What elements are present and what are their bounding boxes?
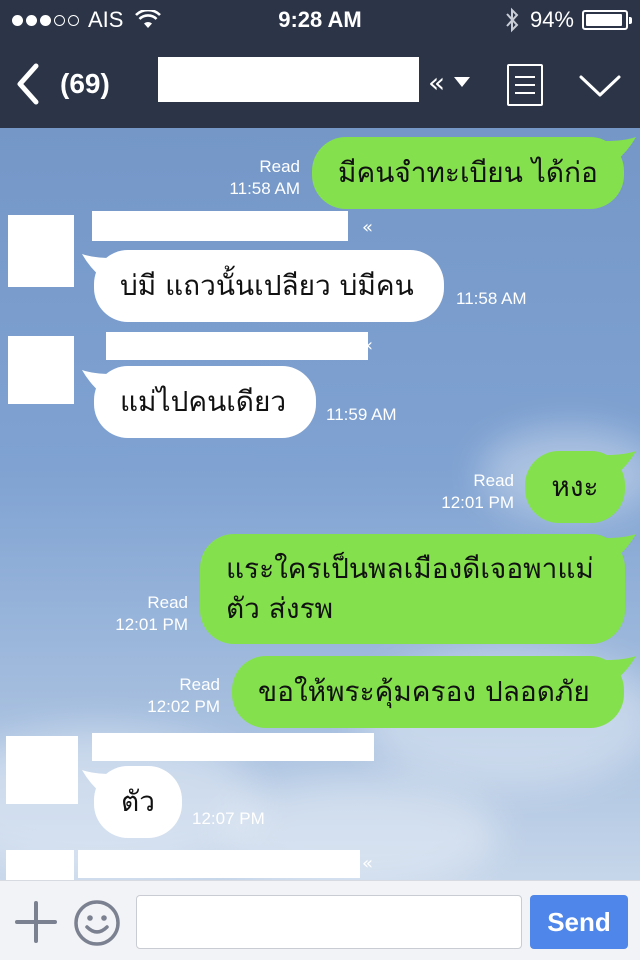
title-dropdown[interactable]: «: [428, 62, 471, 102]
message-time: 12:01 PM: [441, 493, 514, 512]
read-status: Read: [147, 593, 188, 612]
message-time: 12:07 PM: [192, 809, 265, 828]
bubble-tail: [606, 137, 636, 161]
message-time: 11:58 AM: [456, 289, 527, 308]
line-chat-screen: AIS 9:28 AM 94% (69) « Read 11:58 AM มีค…: [0, 0, 640, 960]
bubble-tail: [606, 534, 636, 558]
message-bubble-outgoing[interactable]: แระใครเป็นพลเมืองดีเจอพาแม่ ตัว ส่งรพ: [200, 534, 625, 644]
message-time: 11:59 AM: [326, 405, 397, 424]
chat-header: (69) «: [0, 40, 640, 128]
chat-history[interactable]: Read 11:58 AM มีคนจำทะเบียน ได้ก่อ « บ่ม…: [0, 128, 640, 880]
bluetooth-icon: [506, 7, 519, 33]
message-meta: Read 12:02 PM: [120, 674, 220, 718]
send-button[interactable]: Send: [530, 895, 628, 949]
unread-count: (69): [60, 68, 110, 99]
battery-area: 94%: [504, 0, 632, 40]
message-meta: Read 11:58 AM: [200, 156, 300, 200]
sender-name-redacted: [92, 733, 374, 761]
message-meta: Read 12:01 PM: [414, 470, 514, 514]
bubble-tail: [606, 451, 636, 475]
read-status: Read: [259, 157, 300, 176]
chat-title-redacted[interactable]: [158, 57, 419, 102]
avatar[interactable]: [6, 736, 78, 804]
avatar[interactable]: [6, 850, 74, 880]
message-bubble-incoming[interactable]: แม่ไปคนเดียว: [94, 366, 316, 438]
message-text: แม่ไปคนเดียว: [120, 385, 287, 418]
back-button[interactable]: (69): [14, 60, 124, 108]
status-bar: AIS 9:28 AM 94%: [0, 0, 640, 40]
message-text: หงะ: [551, 470, 599, 503]
message-text: บ่มี แถวนั้นเปลียว บ่มีคน: [120, 269, 414, 302]
smiley-icon[interactable]: [73, 899, 121, 947]
message-time: 11:58 AM: [229, 179, 300, 198]
message-text-line: ตัว ส่งรพ: [226, 592, 334, 625]
sender-name-redacted: [106, 332, 368, 360]
message-text: มีคนจำทะเบียน ได้ก่อ: [338, 156, 598, 189]
message-time: 12:02 PM: [147, 697, 220, 716]
battery-icon: [582, 10, 632, 30]
double-chevron-left-icon: «: [362, 217, 374, 238]
message-bubble-outgoing[interactable]: ขอให้พระคุ้มครอง ปลอดภัย: [232, 656, 624, 728]
avatar[interactable]: [8, 336, 74, 404]
double-chevron-left-icon: «: [428, 65, 446, 99]
message-bubble-outgoing[interactable]: มีคนจำทะเบียน ได้ก่อ: [312, 137, 624, 209]
message-text: ตัว: [121, 785, 155, 818]
avatar[interactable]: [8, 215, 74, 287]
sender-name-redacted: [92, 211, 348, 241]
read-status: Read: [179, 675, 220, 694]
double-chevron-left-icon: «: [362, 335, 374, 356]
message-bubble-incoming[interactable]: ตัว: [94, 766, 182, 838]
read-status: Read: [473, 471, 514, 490]
message-time: 12:01 PM: [115, 615, 188, 634]
caret-down-icon: [454, 77, 471, 87]
message-text-line: แระใครเป็นพลเมืองดีเจอพาแม่: [226, 552, 594, 585]
battery-level: [586, 14, 622, 26]
message-composer: Send: [0, 880, 640, 960]
message-text: ขอให้พระคุ้มครอง ปลอดภัย: [258, 675, 590, 708]
chevron-down-icon[interactable]: [578, 72, 622, 100]
message-input[interactable]: [136, 895, 522, 949]
sender-name-redacted: [78, 850, 360, 878]
plus-icon[interactable]: [14, 900, 58, 944]
message-meta: Read 12:01 PM: [88, 592, 188, 636]
message-bubble-incoming[interactable]: บ่มี แถวนั้นเปลียว บ่มีคน: [94, 250, 444, 322]
double-chevron-left-icon: «: [362, 853, 374, 874]
chevron-left-icon: [17, 63, 39, 105]
menu-button[interactable]: [507, 64, 543, 106]
battery-percent: 94%: [529, 7, 574, 32]
bubble-tail: [606, 656, 636, 680]
